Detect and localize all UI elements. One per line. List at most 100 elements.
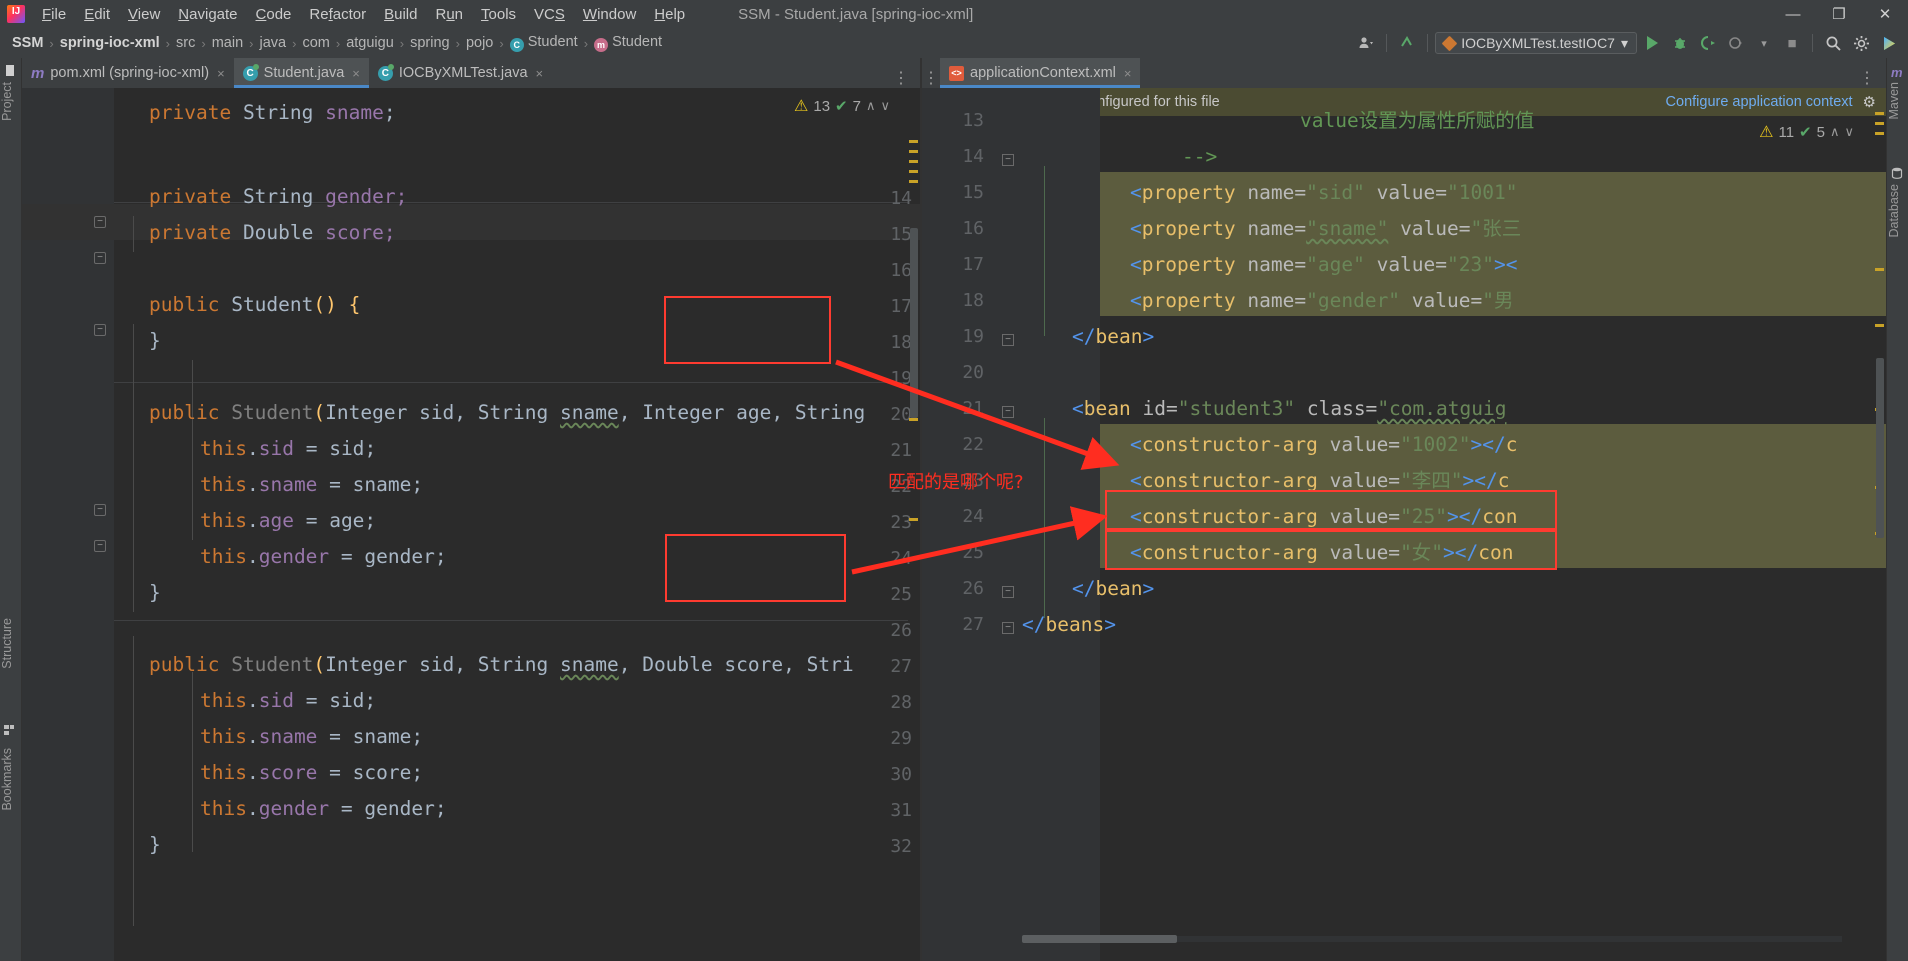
sidebar-item-project[interactable]: Project [0, 82, 22, 121]
breadcrumb-item-pojo[interactable]: pojo [462, 35, 497, 51]
menu-window[interactable]: Window [574, 3, 645, 26]
fold-marker[interactable]: − [1002, 334, 1014, 346]
run-config-label: IOCByXMLTest.testIOC7 [1461, 35, 1615, 51]
inspection-widget-right[interactable]: ⚠ 11 ✔ 5 ∧ ∨ [1759, 122, 1854, 142]
project-tool-icon[interactable] [4, 64, 18, 78]
menu-file[interactable]: File [33, 3, 75, 26]
fold-marker[interactable]: − [94, 252, 106, 264]
tab-options-icon[interactable]: ⋮ [893, 68, 920, 88]
line-number: 15 [962, 182, 984, 203]
breadcrumb-item-java[interactable]: java [255, 35, 290, 51]
breadcrumb-method-label: Student [612, 34, 663, 50]
tab-options-icon[interactable]: ⋮ [922, 68, 940, 88]
editor-code-area-right[interactable]: value设置为属性所赋的值 --> <property name="sid" … [1022, 88, 1886, 961]
editor-applicationcontext-xml[interactable]: Application context not configured for t… [922, 88, 1886, 961]
editor-code-area-left[interactable]: private String sname; private String gen… [114, 88, 920, 961]
vcs-update-icon[interactable] [1394, 30, 1420, 56]
user-icon[interactable] [1353, 30, 1379, 56]
scrollbar-marker [909, 518, 918, 521]
debug-icon[interactable] [1667, 30, 1693, 56]
menu-refactor[interactable]: Refactor [300, 3, 375, 26]
editor-scrollbar-right[interactable] [1874, 88, 1886, 961]
breadcrumb-item-method[interactable]: m Student [590, 34, 666, 52]
breadcrumb-separator: › [399, 35, 405, 51]
menu-run[interactable]: Run [426, 3, 472, 26]
breadcrumb-item-spring[interactable]: spring [406, 35, 454, 51]
breadcrumb: SSM › spring-ioc-xml › src › main › java… [0, 34, 666, 52]
run-with-coverage-icon[interactable] [1695, 30, 1721, 56]
prev-problem-icon[interactable]: ∧ [1830, 124, 1840, 140]
tab-options-icon-right[interactable]: ⋮ [1859, 68, 1886, 88]
toolbar-divider [1386, 34, 1388, 52]
tab-student-java[interactable]: C Student.java × [233, 58, 370, 88]
fold-marker[interactable]: − [1002, 406, 1014, 418]
fold-marker[interactable]: − [94, 504, 106, 516]
scrollbar-thumb[interactable] [1876, 358, 1884, 538]
line-number: 24 [962, 506, 984, 527]
tab-label: pom.xml (spring-ioc-xml) [50, 65, 210, 81]
menu-build[interactable]: Build [375, 3, 426, 26]
tab-pom-xml[interactable]: m pom.xml (spring-ioc-xml) × [22, 58, 234, 88]
fold-marker[interactable]: − [94, 216, 106, 228]
chevron-down-icon[interactable]: ▾ [1751, 30, 1777, 56]
scrollbar-thumb-horizontal[interactable] [1022, 935, 1177, 943]
maximize-button[interactable]: ❐ [1816, 0, 1862, 28]
line-number: 25 [962, 542, 984, 563]
breadcrumb-item-main[interactable]: main [208, 35, 247, 51]
fold-marker[interactable]: − [1002, 586, 1014, 598]
profile-icon[interactable] [1723, 30, 1749, 56]
sidebar-item-bookmarks[interactable]: Bookmarks [0, 748, 22, 811]
minimize-button[interactable]: — [1770, 0, 1816, 28]
fold-marker[interactable]: − [94, 540, 106, 552]
sidebar-item-maven[interactable]: Maven [1887, 82, 1908, 120]
horizontal-scrollbar-right[interactable] [1022, 933, 1842, 943]
tab-label: applicationContext.xml [970, 65, 1116, 81]
menu-view[interactable]: View [119, 3, 169, 26]
gear-icon[interactable] [1848, 30, 1874, 56]
menu-navigate[interactable]: Navigate [169, 3, 246, 26]
title-bar: File Edit View Navigate Code Refactor Bu… [0, 0, 1908, 28]
close-icon[interactable]: × [536, 66, 544, 81]
close-icon[interactable]: × [217, 66, 225, 81]
breadcrumb-item-class[interactable]: C Student [506, 34, 582, 52]
breadcrumb-item-atguigu[interactable]: atguigu [342, 35, 398, 51]
tab-applicationcontext-xml[interactable]: <> applicationContext.xml × [940, 58, 1141, 88]
editor-tab-row-right: ⋮ <> applicationContext.xml × ⋮ [922, 58, 1886, 88]
editor-student-java[interactable]: − − − − − 14 15 16 17 18 19 20 21 22 23 … [22, 88, 920, 961]
line-number: 26 [962, 578, 984, 599]
next-problem-icon[interactable]: ∨ [1844, 124, 1854, 140]
close-icon[interactable]: × [1124, 66, 1132, 81]
inspection-widget-left[interactable]: ⚠ 13 ✔ 7 ∧ ∨ [794, 96, 890, 116]
breadcrumb-separator: › [249, 35, 254, 51]
fold-marker[interactable]: − [94, 324, 106, 336]
stop-button[interactable]: ■ [1779, 30, 1805, 56]
menu-code[interactable]: Code [247, 3, 301, 26]
close-icon[interactable]: × [352, 66, 360, 81]
sidebar-item-structure[interactable]: Structure [0, 618, 22, 669]
scrollbar-thumb[interactable] [910, 228, 918, 418]
breadcrumb-item-module[interactable]: spring-ioc-xml [56, 35, 164, 51]
fold-marker[interactable]: − [1002, 154, 1014, 166]
run-button[interactable] [1639, 30, 1665, 56]
menu-vcs[interactable]: VCS [525, 3, 574, 26]
code-line: public Student(Integer sid, String sname… [149, 653, 854, 676]
search-icon[interactable] [1820, 30, 1846, 56]
sidebar-item-database[interactable]: Database [1887, 184, 1908, 238]
line-number: 27 [962, 614, 984, 635]
breadcrumb-item-ssm[interactable]: SSM [8, 35, 47, 51]
editor-scrollbar-left[interactable] [908, 88, 920, 961]
code-line: value设置为属性所赋的值 [1300, 109, 1535, 132]
fold-marker[interactable]: − [1002, 622, 1014, 634]
menu-edit[interactable]: Edit [75, 3, 119, 26]
maven-icon: m [1891, 65, 1903, 80]
close-button[interactable]: ✕ [1862, 0, 1908, 28]
run-configuration-selector[interactable]: IOCByXMLTest.testIOC7 ▾ [1435, 32, 1637, 54]
next-problem-icon[interactable]: ∨ [880, 98, 890, 114]
ide-badge-icon[interactable] [1876, 30, 1902, 56]
menu-help[interactable]: Help [645, 3, 694, 26]
breadcrumb-item-src[interactable]: src [172, 35, 199, 51]
breadcrumb-item-com[interactable]: com [298, 35, 333, 51]
menu-tools[interactable]: Tools [472, 3, 525, 26]
tab-iocbyxmltest-java[interactable]: C IOCByXMLTest.java × [369, 58, 552, 88]
prev-problem-icon[interactable]: ∧ [866, 98, 876, 114]
